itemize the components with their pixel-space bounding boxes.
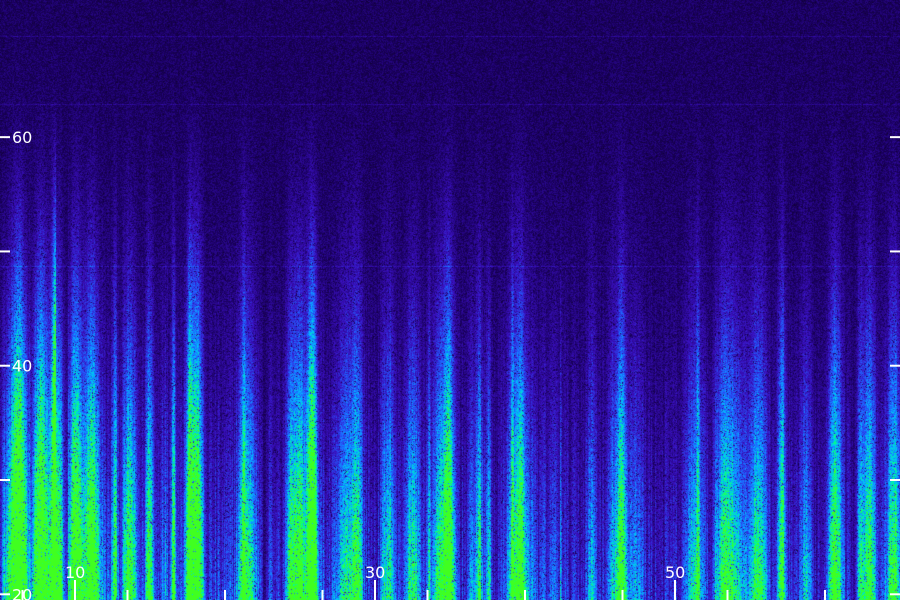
x-tick-label-2: 50 [665,563,685,582]
spectrogram-chart: 204060103050 [0,0,900,600]
axis-layer: 204060103050 [0,128,900,600]
x-tick-label-1: 30 [365,563,385,582]
y-tick-label-4: 60 [12,128,32,147]
y-tick-label-2: 40 [12,357,32,376]
x-tick-label-0: 10 [65,563,85,582]
